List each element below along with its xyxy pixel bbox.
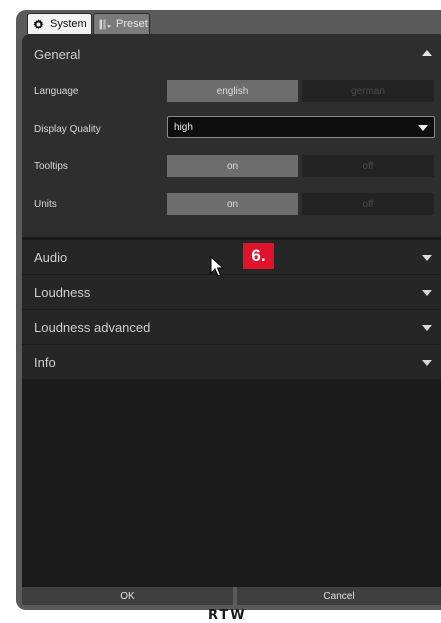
loudness-section-header[interactable]: Loudness	[22, 275, 441, 309]
general-header[interactable]: General	[22, 37, 441, 71]
units-label: Units	[34, 199, 57, 210]
tooltips-off-button[interactable]: off	[302, 155, 434, 177]
chevron-down-icon	[422, 360, 432, 366]
tab-preset-label: Preset	[116, 18, 148, 30]
tab-bar: System Preset	[27, 13, 151, 34]
chevron-down-icon	[422, 255, 432, 261]
general-title: General	[34, 46, 81, 62]
display-quality-label: Display Quality	[34, 124, 101, 135]
language-english-button[interactable]: english	[167, 80, 298, 102]
loudness-advanced-title: Loudness advanced	[34, 319, 151, 335]
language-label: Language	[34, 86, 79, 97]
display-quality-select[interactable]: high	[167, 116, 435, 138]
units-on-button[interactable]: on	[167, 193, 298, 215]
step-callout: 6.	[243, 243, 274, 269]
ok-button[interactable]: OK	[22, 587, 233, 605]
language-german-button[interactable]: german	[302, 80, 434, 102]
dialog-footer: OK Cancel	[22, 587, 441, 605]
units-off-button[interactable]: off	[302, 193, 434, 215]
chevron-down-icon	[422, 290, 432, 296]
loudness-title: Loudness	[34, 284, 91, 300]
loudness-advanced-section-header[interactable]: Loudness advanced	[22, 310, 441, 344]
preset-icon	[98, 18, 111, 31]
gear-icon	[32, 18, 45, 31]
brand-logo: RTW	[208, 608, 247, 623]
audio-section-header[interactable]: Audio	[22, 240, 441, 274]
chevron-down-icon	[418, 125, 428, 131]
general-section: General Language english german Display …	[22, 34, 441, 237]
tab-system-label: System	[50, 18, 87, 30]
audio-title: Audio	[34, 249, 68, 265]
chevron-down-icon	[422, 325, 432, 331]
tooltips-on-button[interactable]: on	[167, 155, 298, 177]
tab-preset[interactable]: Preset	[93, 13, 150, 34]
tooltips-label: Tooltips	[34, 161, 68, 172]
info-title: Info	[34, 354, 56, 370]
info-section-header[interactable]: Info	[22, 345, 441, 379]
chevron-up-icon	[422, 50, 432, 56]
display-quality-value: high	[174, 121, 193, 133]
settings-panel: General Language english german Display …	[22, 34, 441, 587]
tab-system[interactable]: System	[27, 13, 92, 34]
mouse-pointer-icon	[210, 256, 224, 277]
cancel-button[interactable]: Cancel	[237, 587, 441, 605]
